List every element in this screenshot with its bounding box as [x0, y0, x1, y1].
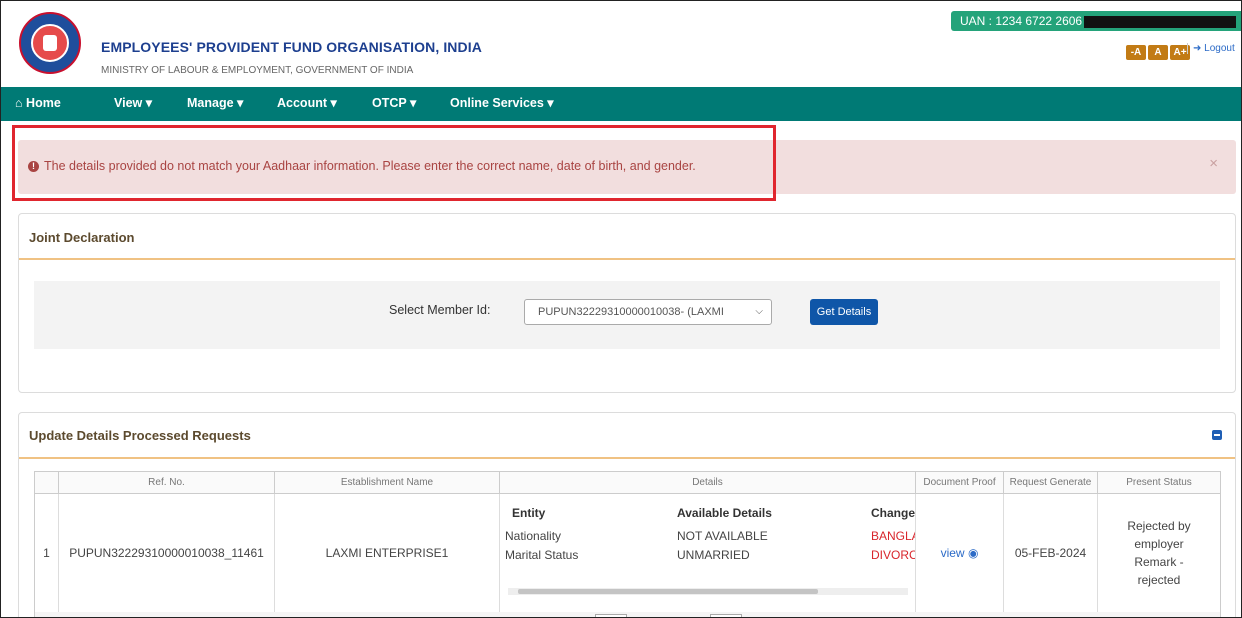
entity-value: Nationality	[505, 529, 562, 543]
col-establishment-header: Establishment Name	[275, 472, 500, 494]
change-header: Change	[871, 506, 916, 520]
get-details-button[interactable]: Get Details	[810, 299, 878, 325]
col-details-header: Details	[500, 472, 916, 494]
nav-online-services[interactable]: Online Services ▾	[450, 87, 554, 121]
collapse-icon[interactable]	[1212, 430, 1222, 440]
nav-view-label: View	[114, 96, 143, 110]
nav-home-label: Home	[26, 96, 61, 110]
table-footer	[35, 612, 1220, 617]
available-header: Available Details	[677, 506, 772, 520]
requests-table: Ref. No. Establishment Name Details Docu…	[34, 471, 1221, 617]
processed-requests-panel: Update Details Processed Requests Ref. N…	[18, 412, 1236, 617]
panel-header: Joint Declaration	[19, 214, 1235, 260]
logout-icon: ➜	[1193, 43, 1202, 54]
nav-home[interactable]: ⌂ Home	[15, 87, 61, 121]
uan-label: UAN : 1234 6722 2606	[960, 14, 1083, 28]
status-cell: Rejected by employer Remark - rejected	[1127, 519, 1191, 587]
available-value: NOT AVAILABLE	[677, 529, 768, 543]
chevron-down-icon: ▾	[409, 96, 417, 110]
main-navbar: ⌂ Home View ▾ Manage ▾ Account ▾ OTCP ▾ …	[1, 87, 1241, 121]
uan-badge: UAN : 1234 6722 2606	[951, 11, 1241, 31]
redacted-name	[1084, 15, 1237, 28]
member-select-area: Select Member Id: PUPUN32229310000010038…	[34, 281, 1220, 349]
change-value: DIVORC	[871, 548, 916, 562]
nav-otcp-label: OTCP	[372, 96, 407, 110]
col-status-header: Present Status	[1098, 472, 1220, 494]
chevron-down-icon: ▾	[330, 96, 337, 110]
panel-header: Update Details Processed Requests	[19, 413, 1235, 459]
request-date-cell: 05-FEB-2024	[1004, 494, 1098, 612]
establishment-cell: LAXMI ENTERPRISE1	[275, 494, 500, 612]
nav-account[interactable]: Account ▾	[277, 87, 337, 121]
panel-title: Joint Declaration	[29, 230, 135, 245]
home-icon: ⌂	[15, 96, 23, 110]
chevron-down-icon: ▾	[547, 96, 554, 110]
close-icon[interactable]: ×	[1209, 155, 1218, 172]
font-size-controls: -A A A+	[1126, 42, 1192, 60]
view-document-link[interactable]: view ◉	[941, 546, 979, 560]
ministry-name: MINISTRY OF LABOUR & EMPLOYMENT, GOVERNM…	[101, 65, 414, 76]
logout-label: Logout	[1204, 43, 1235, 54]
row-index: 1	[35, 494, 59, 612]
nav-online-services-label: Online Services	[450, 96, 544, 110]
entity-header: Entity	[512, 506, 546, 520]
scrollbar-thumb[interactable]	[518, 589, 818, 594]
logout-link[interactable]: ➜ Logout	[1187, 43, 1235, 54]
select-member-label: Select Member Id:	[389, 303, 491, 317]
nav-otcp[interactable]: OTCP ▾	[372, 87, 416, 121]
pager-control[interactable]	[595, 614, 627, 617]
font-decrease-button[interactable]: -A	[1126, 45, 1146, 60]
col-ref-header: Ref. No.	[59, 472, 275, 494]
org-name: EMPLOYEES' PROVIDENT FUND ORGANISATION, …	[101, 39, 482, 55]
pager-control[interactable]	[710, 614, 742, 617]
eye-icon: ◉	[967, 546, 979, 560]
available-value: UNMARRIED	[677, 548, 750, 562]
joint-declaration-panel: Joint Declaration Select Member Id: PUPU…	[18, 213, 1236, 393]
nav-account-label: Account	[277, 96, 327, 110]
nav-view[interactable]: View ▾	[114, 87, 152, 121]
col-index-header	[35, 472, 59, 494]
site-header: EMPLOYEES' PROVIDENT FUND ORGANISATION, …	[1, 1, 1241, 87]
panel-title: Update Details Processed Requests	[29, 428, 251, 443]
entity-value: Marital Status	[505, 548, 579, 562]
ref-no-cell: PUPUN32229310000010038_11461	[59, 494, 275, 612]
col-request-header: Request Generate	[1004, 472, 1098, 494]
member-id-value: PUPUN32229310000010038- (LAXMI	[538, 306, 724, 318]
view-label: view	[940, 546, 965, 560]
nav-manage[interactable]: Manage ▾	[187, 87, 243, 121]
nav-manage-label: Manage	[187, 96, 234, 110]
chevron-down-icon: ⌵	[755, 306, 763, 317]
epfo-logo	[19, 12, 81, 74]
font-reset-button[interactable]: A	[1148, 45, 1168, 60]
details-cell: Entity Available Details Change National…	[500, 494, 916, 612]
chevron-down-icon: ▾	[145, 96, 153, 110]
document-proof-cell: view ◉	[916, 494, 1004, 612]
chevron-down-icon: ▾	[237, 96, 244, 110]
details-scrollbar[interactable]	[508, 588, 908, 595]
highlight-box	[12, 125, 776, 201]
col-document-header: Document Proof	[916, 472, 1004, 494]
page-frame: EMPLOYEES' PROVIDENT FUND ORGANISATION, …	[0, 0, 1242, 618]
member-id-select[interactable]: PUPUN32229310000010038- (LAXMI ⌵	[524, 299, 772, 325]
change-value: BANGLA	[871, 529, 916, 543]
